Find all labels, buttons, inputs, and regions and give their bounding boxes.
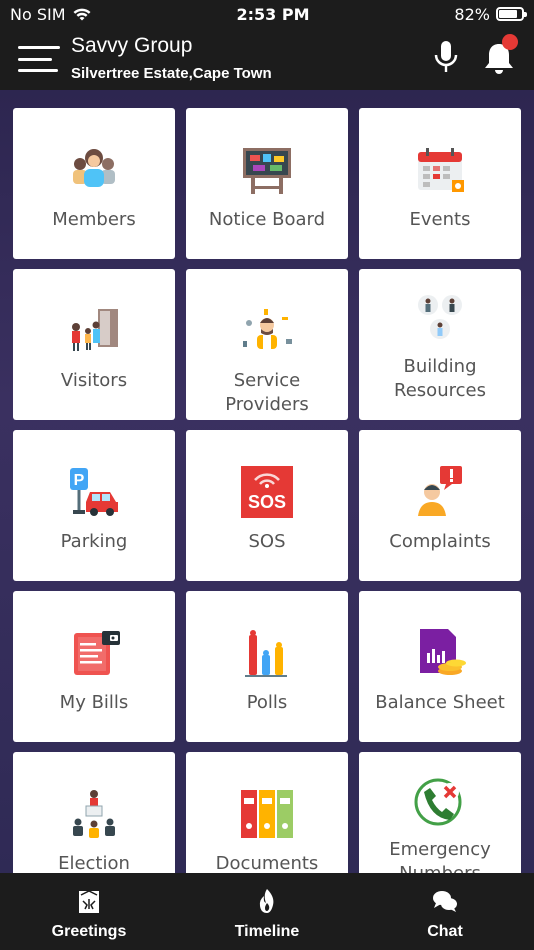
timeline-icon xyxy=(259,889,274,913)
polls-icon xyxy=(245,630,287,677)
tile-label: Parking xyxy=(60,531,128,552)
tile-label: Emergency Numbers xyxy=(389,839,491,873)
tile-complaints[interactable]: Complaints xyxy=(359,430,521,581)
nav-timeline[interactable]: Timeline xyxy=(178,873,356,950)
tile-balance-sheet[interactable]: Balance Sheet xyxy=(359,591,521,742)
notice-board-icon xyxy=(243,148,291,194)
service-providers-icon xyxy=(243,309,292,349)
complaints-icon xyxy=(418,466,462,516)
tile-label: Complaints xyxy=(389,531,491,552)
microphone-icon[interactable] xyxy=(432,40,460,74)
tile-parking[interactable]: P Parking xyxy=(13,430,175,581)
parking-icon: P xyxy=(70,468,118,516)
visitors-icon xyxy=(72,309,118,351)
balance-sheet-icon xyxy=(420,629,466,675)
tile-label: SOS xyxy=(248,531,286,552)
carrier-label: No SIM xyxy=(10,4,66,24)
tile-election[interactable]: Election xyxy=(13,752,175,873)
nav-label: Timeline xyxy=(234,923,300,940)
tile-emergency-numbers[interactable]: Emergency Numbers xyxy=(359,752,521,873)
tile-service-providers[interactable]: Service Providers xyxy=(186,269,348,420)
chat-icon xyxy=(433,891,457,912)
tile-events[interactable]: Events xyxy=(359,108,521,259)
svg-text:P: P xyxy=(74,472,85,489)
tile-label: Notice Board xyxy=(208,209,326,230)
status-bar: No SIM 2:53 PM 82% xyxy=(0,0,534,28)
svg-text:SOS: SOS xyxy=(248,492,286,512)
clock: 2:53 PM xyxy=(236,4,310,24)
app-header: Savvy Group Silvertree Estate,Cape Town xyxy=(0,28,534,90)
wifi-icon xyxy=(73,8,91,21)
sos-icon: SOS xyxy=(241,466,293,518)
nav-greetings[interactable]: Greetings xyxy=(0,873,178,950)
tile-visitors[interactable]: Visitors xyxy=(13,269,175,420)
tile-building-resources[interactable]: Building Resources xyxy=(359,269,521,420)
battery-percent: 82% xyxy=(454,4,490,24)
tile-documents[interactable]: Documents xyxy=(186,752,348,873)
tile-label: Election xyxy=(58,853,130,873)
tile-polls[interactable]: Polls xyxy=(186,591,348,742)
notification-badge xyxy=(502,34,518,50)
tile-label: Building Resources xyxy=(394,356,486,401)
tile-members[interactable]: Members xyxy=(13,108,175,259)
feature-grid: Members Notice Board Events Visitors Ser… xyxy=(0,90,534,873)
tile-label: Events xyxy=(409,209,471,230)
emergency-numbers-icon xyxy=(414,778,462,826)
tile-label: Balance Sheet xyxy=(375,692,505,713)
tile-label: Visitors xyxy=(60,370,128,391)
battery-icon xyxy=(495,7,527,21)
bottom-navigation: Greetings Timeline Chat xyxy=(0,873,534,950)
building-resources-icon xyxy=(418,295,462,339)
greetings-icon xyxy=(79,890,99,913)
page-subtitle: Silvertree Estate,Cape Town xyxy=(71,65,272,82)
tile-sos[interactable]: SOS SOS xyxy=(186,430,348,581)
tile-label: Members xyxy=(52,209,136,230)
tile-notice-board[interactable]: Notice Board xyxy=(186,108,348,259)
nav-label: Chat xyxy=(427,923,463,940)
page-title: Savvy Group xyxy=(71,34,193,57)
documents-icon xyxy=(241,790,293,838)
tile-label: Service Providers xyxy=(225,370,309,415)
menu-icon[interactable] xyxy=(18,46,60,72)
tile-label: Polls xyxy=(246,692,288,713)
notification-bell-icon[interactable] xyxy=(482,34,518,74)
members-icon xyxy=(73,149,115,187)
tile-label: My Bills xyxy=(59,692,129,713)
election-icon xyxy=(73,790,115,838)
tile-label: Documents xyxy=(215,853,319,873)
battery-level-fill xyxy=(498,10,518,18)
nav-label: Greetings xyxy=(51,923,127,940)
bills-icon xyxy=(74,631,120,675)
nav-chat[interactable]: Chat xyxy=(356,873,534,950)
events-icon xyxy=(418,148,464,192)
tile-my-bills[interactable]: My Bills xyxy=(13,591,175,742)
